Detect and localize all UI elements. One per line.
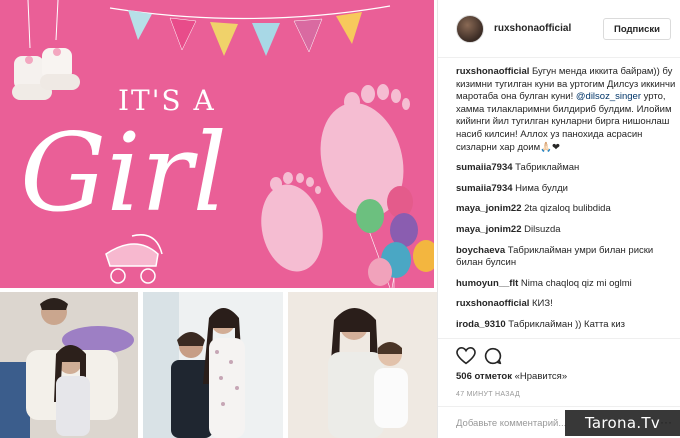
comments-list[interactable]: ruxshonaofficial Бугун менда иккита байр… [456,66,676,338]
likes-count[interactable]: 506 отметок «Нравится» [456,371,567,382]
comment-author[interactable]: maya_jonim22 [456,224,521,235]
comment-item: sumaiia7934 Табриклайман [456,162,676,175]
caption-author[interactable]: ruxshonaofficial [456,66,529,77]
comment-item: ruxshonaofficial КИЗ! [456,298,676,311]
comment-item: boychaeva Табриклайман умри билан риски … [456,245,676,270]
comment-text: 2ta qizaloq bulibdida [521,203,611,215]
post-caption: ruxshonaofficial Бугун менда иккита байр… [456,66,676,154]
comment-author[interactable]: sumaiia7934 [456,162,513,173]
post-actions: 506 отметок «Нравится» 47 МИНУТ НАЗАД [438,338,680,408]
follow-button[interactable]: Подписки [603,18,671,40]
comment-text: Табриклайман )) Катта киз [505,318,625,330]
couple-photo [0,292,138,438]
likes-number: 506 отметок [456,371,512,382]
comment-item: sumaiia7934 Нима булди [456,183,676,196]
likes-suffix: «Нравится» [511,371,568,382]
comment-text: Dilsuzda [521,223,561,235]
comment-item: iroda_9310 Табриклайман )) Катта киз [456,319,676,332]
comment-text: КИЗ! [529,298,553,310]
avatar[interactable] [456,15,484,43]
mother-baby-photo [288,292,437,438]
balloons-icon [356,186,434,288]
booties-icon [12,0,80,100]
comment-author[interactable]: maya_jonim22 [456,203,521,214]
comment-item: humoyun__flt Nima chaqloq qiz mi oglmi [456,278,676,291]
banner-line2: Girl [20,111,227,236]
comment-author[interactable]: ruxshonaofficial [456,298,529,309]
comment-text: Табриклайман [512,162,580,174]
post-media[interactable]: IT'S A Girl [0,0,437,438]
comment-author[interactable]: boychaeva [456,245,505,256]
author-username[interactable]: ruxshonaofficial [494,23,571,34]
post-timestamp: 47 МИНУТ НАЗАД [456,391,521,398]
comment-item: maya_jonim22 Dilsuzda [456,224,676,237]
post-sidebar: ruxshonaofficial Подписки ruxshonaoffici… [437,0,680,438]
carriage-icon [105,234,163,284]
comment-icon[interactable] [484,347,502,365]
heart-icon[interactable] [456,347,476,365]
watermark: Tarona.Tv [565,410,680,436]
comment-text: Нима булди [512,182,568,194]
caption-mention[interactable]: @dilsoz_singer [576,91,641,102]
photo-collage [0,292,437,438]
comment-item: maya_jonim22 2ta qizaloq bulibdida [456,203,676,216]
mother-daughter-photo [143,292,283,438]
comment-author[interactable]: humoyun__flt [456,278,518,289]
comment-text: Nima chaqloq qiz mi oglmi [518,277,632,289]
post-header: ruxshonaofficial Подписки [438,0,680,58]
its-a-girl-banner: IT'S A Girl [0,0,434,288]
comment-author[interactable]: sumaiia7934 [456,183,513,194]
comment-author[interactable]: iroda_9310 [456,319,506,330]
